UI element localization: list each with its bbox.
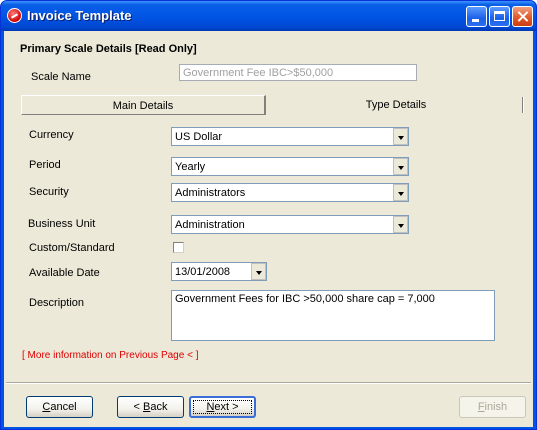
- section-title: Primary Scale Details [Read Only]: [20, 43, 197, 55]
- security-label: Security: [29, 186, 69, 198]
- invoice-template-window: Invoice Template Primary Scale Details […: [0, 0, 537, 430]
- chevron-down-icon[interactable]: [393, 184, 408, 201]
- chevron-down-icon[interactable]: [393, 158, 408, 175]
- period-select[interactable]: Yearly: [171, 157, 409, 176]
- button-divider: [6, 382, 531, 384]
- security-value: Administrators: [175, 187, 246, 199]
- available-date-label: Available Date: [29, 267, 100, 279]
- tab-main-details[interactable]: Main Details: [21, 95, 266, 115]
- app-icon: [7, 8, 22, 23]
- period-label: Period: [29, 159, 61, 171]
- chevron-down-icon[interactable]: [393, 128, 408, 145]
- tab-type-details[interactable]: Type Details: [268, 95, 524, 115]
- finish-button: Finish: [459, 396, 526, 418]
- business-unit-value: Administration: [175, 219, 245, 231]
- dialog-body: Primary Scale Details [Read Only] Scale …: [4, 31, 533, 427]
- chevron-down-icon[interactable]: [393, 216, 408, 233]
- more-info-link[interactable]: [ More information on Previous Page < ]: [22, 350, 198, 361]
- cancel-button[interactable]: Cancel: [26, 396, 93, 418]
- back-button[interactable]: < Back: [117, 396, 184, 418]
- currency-value: US Dollar: [175, 131, 223, 143]
- scale-name-label: Scale Name: [31, 71, 91, 83]
- available-date-picker[interactable]: 13/01/2008: [171, 262, 267, 281]
- currency-select[interactable]: US Dollar: [171, 127, 409, 146]
- focus-rect: [193, 400, 252, 414]
- scale-name-field: Government Fee IBC>$50,000: [179, 64, 417, 81]
- maximize-button[interactable]: [489, 6, 510, 27]
- tab-separator: [522, 97, 524, 113]
- custom-standard-checkbox[interactable]: [173, 242, 184, 253]
- chevron-down-icon[interactable]: [251, 263, 266, 280]
- description-label: Description: [29, 297, 85, 309]
- title-bar[interactable]: Invoice Template: [1, 1, 536, 31]
- minimize-button[interactable]: [466, 6, 487, 27]
- business-unit-label: Business Unit: [28, 218, 96, 230]
- description-textarea[interactable]: Government Fees for IBC >50,000 share ca…: [171, 290, 495, 341]
- close-button[interactable]: [512, 6, 533, 27]
- custom-standard-label: Custom/Standard: [29, 242, 115, 254]
- period-value: Yearly: [175, 161, 206, 173]
- available-date-value: 13/01/2008: [175, 266, 231, 278]
- business-unit-select[interactable]: Administration: [171, 215, 409, 234]
- currency-label: Currency: [29, 129, 74, 141]
- window-title: Invoice Template: [27, 8, 132, 23]
- next-button[interactable]: Next >: [189, 396, 256, 418]
- security-select[interactable]: Administrators: [171, 183, 409, 202]
